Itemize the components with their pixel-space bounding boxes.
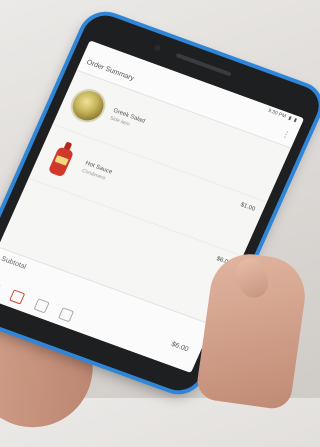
battery-icon: ▮: [292, 117, 298, 124]
salad-thumbnail: [65, 84, 112, 128]
home-icon[interactable]: [0, 280, 1, 296]
bottle-thumbnail: [41, 137, 84, 180]
bottom-label: Subtotal: [0, 255, 27, 271]
total-price: $6.00: [170, 340, 190, 354]
item-price: $1.00: [239, 202, 256, 213]
account-icon[interactable]: [33, 298, 50, 314]
orders-icon[interactable]: [9, 289, 26, 305]
signal-icon: ▮: [287, 115, 293, 122]
more-icon[interactable]: ⋮: [281, 129, 292, 140]
cart-icon[interactable]: [57, 307, 75, 323]
